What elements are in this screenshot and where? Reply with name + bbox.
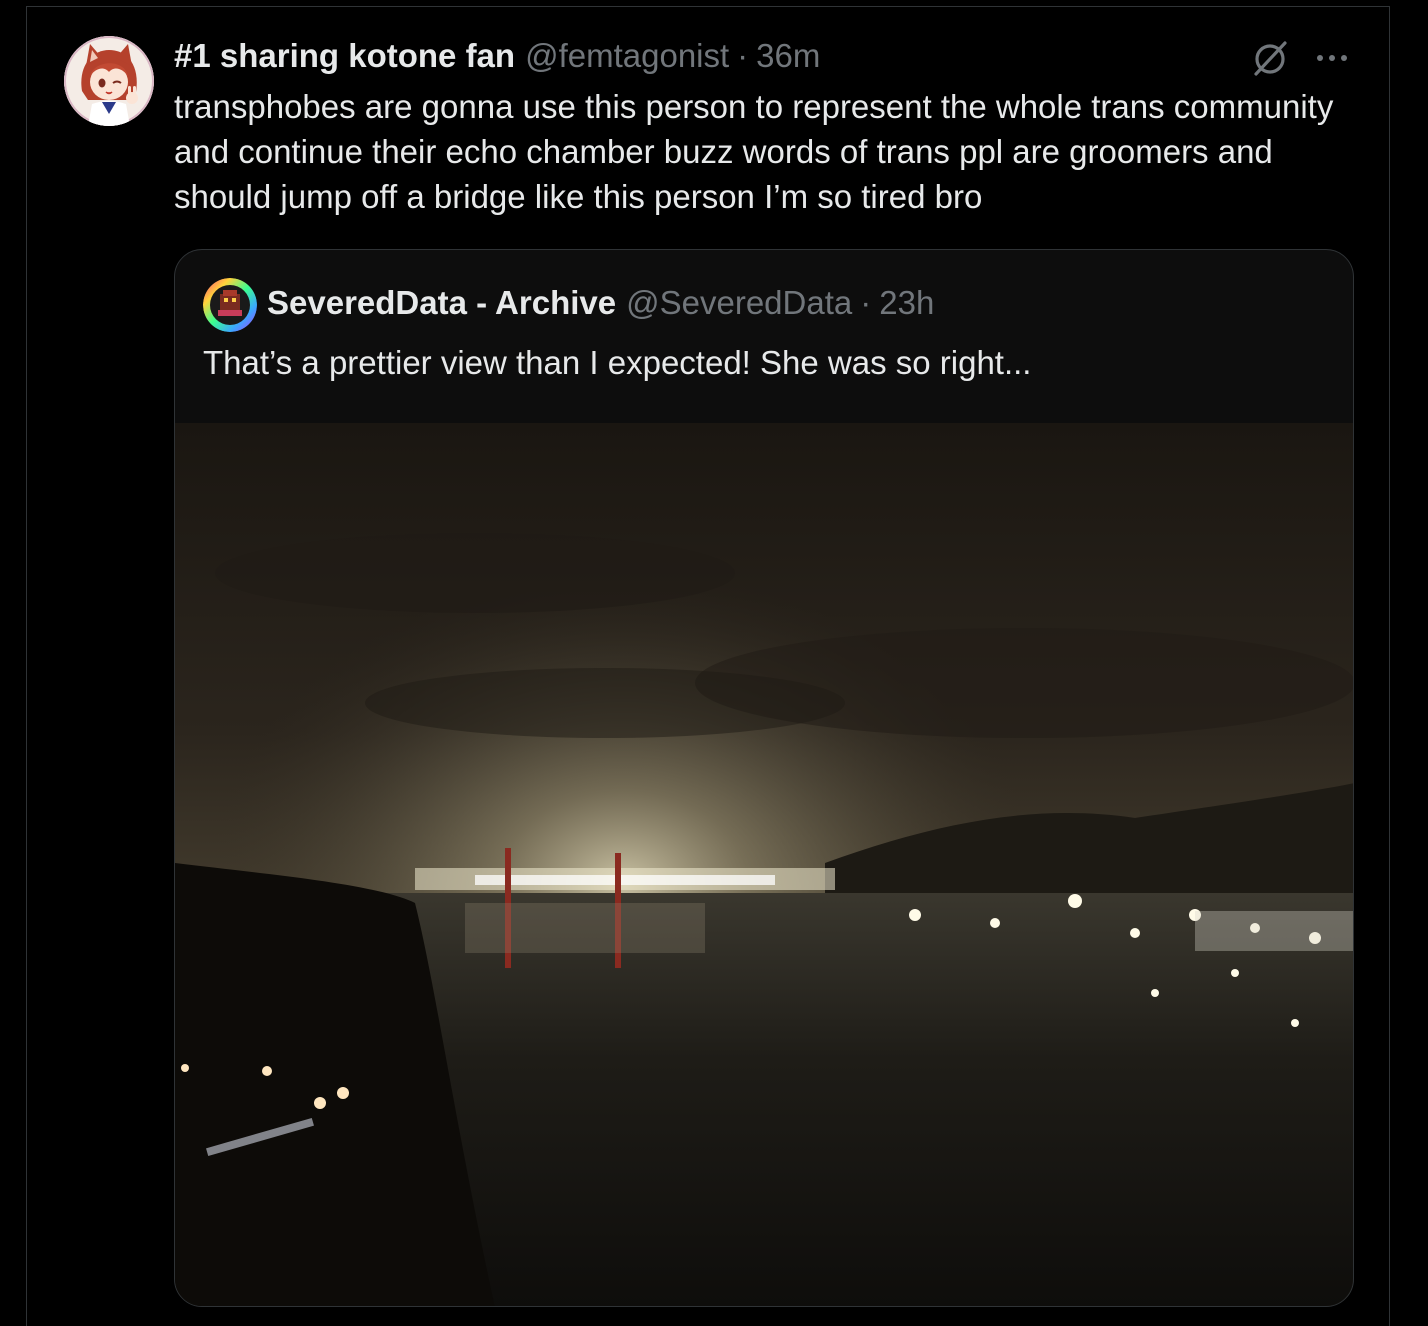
- anime-avatar-icon: [64, 36, 154, 126]
- tweet-timestamp[interactable]: 36m: [756, 37, 820, 75]
- tweet-header: #1 sharing kotone fan @femtagonist · 36m: [174, 34, 820, 78]
- separator-dot: ·: [737, 37, 749, 74]
- night-river-photo[interactable]: [175, 423, 1353, 1306]
- rainbow-ring-avatar-icon: [203, 278, 257, 332]
- author-handle[interactable]: @femtagonist: [525, 37, 729, 75]
- more-horizontal-icon[interactable]: [1312, 40, 1352, 76]
- quoted-tweet-text: That’s a prettier view than I expected! …: [203, 344, 1032, 381]
- quoted-tweet-timestamp[interactable]: 23h: [879, 284, 934, 322]
- quoted-author-handle[interactable]: @SeveredData: [626, 284, 852, 322]
- author-avatar[interactable]: [64, 36, 154, 126]
- grok-icon[interactable]: [1250, 38, 1290, 78]
- quoted-author-display-name[interactable]: SeveredData - Archive: [267, 284, 616, 322]
- separator-dot: ·: [860, 284, 872, 321]
- quoted-tweet-header: SeveredData - Archive @SeveredData · 23h: [267, 280, 934, 326]
- tweet-text: transphobes are gonna use this person to…: [174, 88, 1334, 215]
- night-river-photo-icon: [175, 423, 1353, 1306]
- author-display-name[interactable]: #1 sharing kotone fan: [174, 37, 515, 75]
- quoted-author-avatar[interactable]: [203, 278, 257, 332]
- quoted-tweet-card[interactable]: SeveredData - Archive @SeveredData · 23h…: [174, 249, 1354, 1307]
